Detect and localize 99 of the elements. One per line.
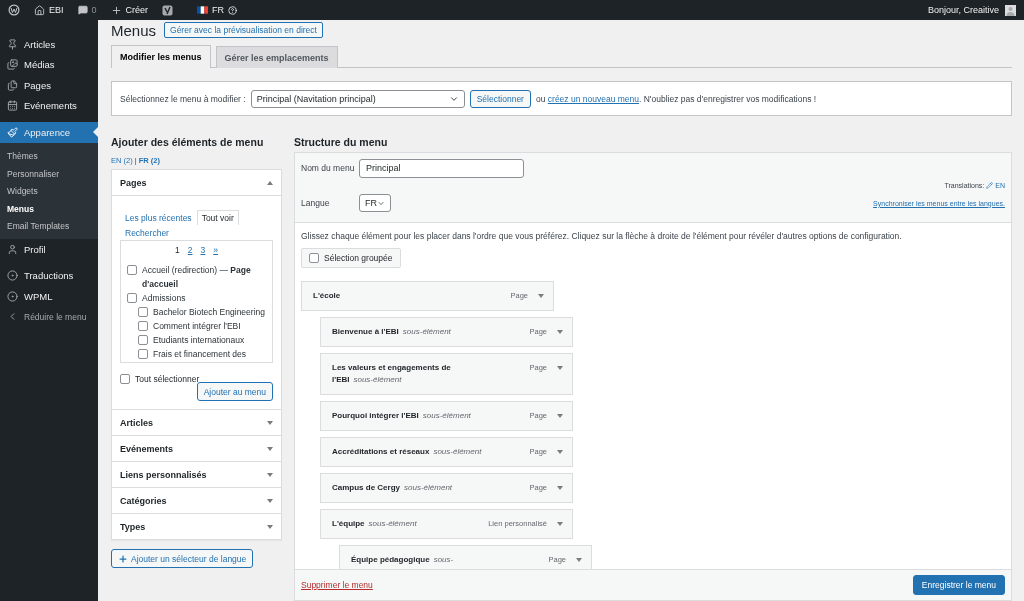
accordion-header[interactable]: Catégories: [112, 487, 281, 513]
delete-menu-link[interactable]: Supprimer le menu: [301, 580, 373, 590]
help-icon[interactable]: [228, 5, 238, 15]
panel-tab[interactable]: Tout voir: [196, 210, 239, 225]
item-label: Bienvenue à l'EBI sous-élément: [332, 326, 451, 338]
sidebar-item[interactable]: Pages: [0, 75, 98, 96]
sidebar-item[interactable]: Traductions: [0, 265, 98, 286]
comment-icon[interactable]: [77, 5, 88, 15]
create-link[interactable]: Créer: [125, 5, 149, 15]
expand-icon[interactable]: [557, 522, 563, 526]
accordion-header[interactable]: Types: [112, 513, 281, 539]
expand-icon[interactable]: [576, 558, 582, 562]
page-number[interactable]: »: [213, 245, 218, 255]
select-button[interactable]: Sélectionner: [469, 89, 531, 108]
site-name[interactable]: EBI: [49, 5, 64, 15]
hint-text: ou créez un nouveau menu. N'oubliez pas d'enregistrer vos modifications !: [535, 93, 817, 104]
expand-icon[interactable]: [557, 414, 563, 418]
page-number[interactable]: 1: [175, 245, 180, 255]
item-label: L'équipe sous-élément: [332, 518, 417, 530]
tab[interactable]: Modifier les menus: [111, 45, 211, 68]
submenu-item[interactable]: Widgets: [0, 182, 98, 200]
submenu-item[interactable]: Personnaliser: [0, 165, 98, 183]
page-label: Admissions: [142, 292, 186, 305]
field-label: Langue: [301, 198, 331, 208]
pages-icon: [7, 79, 18, 91]
user-icon: [7, 243, 18, 255]
sidebar-item[interactable]: WPML: [0, 286, 98, 307]
language-switcher[interactable]: FR: [212, 5, 225, 15]
page-number[interactable]: 2: [187, 245, 193, 255]
flag-icon: [197, 6, 209, 14]
live-preview-button[interactable]: Gérer avec la prévisualisation en direct: [164, 22, 323, 38]
instructions-text: Glissez chaque élément pour les placer dans l'ordre que vous préférez. Cliquez sur la flèche à droite de l'élément pour révéler d'autres options de configuration.: [301, 231, 903, 241]
section-title: Structure du menu: [294, 136, 389, 150]
item-label: Les valeurs et engagements de l'EBI sous-élément: [332, 362, 452, 386]
submenu-item[interactable]: Email Templates: [0, 217, 98, 235]
tab[interactable]: Gérer les emplacements: [215, 46, 338, 68]
images-icon: [7, 59, 18, 71]
create-menu-link[interactable]: créez un nouveau menu: [547, 93, 639, 104]
expand-icon[interactable]: [557, 330, 563, 334]
menu-dropdown[interactable]: Principal (Navitation principal): [250, 89, 465, 108]
checkbox[interactable]: [120, 374, 130, 384]
page-label: Frais et financement des: [153, 348, 247, 361]
expand-icon[interactable]: [557, 450, 563, 454]
expand-icon[interactable]: [557, 486, 563, 490]
accordion-header[interactable]: Evénements: [112, 435, 281, 461]
submenu-item[interactable]: Menus: [0, 200, 98, 218]
page-label: Accueil (redirection) — Page d'accueil: [142, 264, 252, 291]
page-label: Etudiants internationaux: [153, 334, 245, 347]
section-title: Ajouter des éléments de menu: [111, 136, 265, 150]
item-label: Pourquoi intégrer l'EBI sous-élément: [332, 410, 471, 422]
home-icon[interactable]: [34, 4, 45, 16]
select-label: Sélectionnez le menu à modifier :: [120, 93, 246, 104]
plus-icon: [118, 553, 128, 564]
paintbrush-icon: [7, 126, 18, 138]
sidebar-item[interactable]: Articles: [0, 34, 98, 55]
comment-count[interactable]: 0: [91, 5, 97, 15]
save-menu-button[interactable]: Enregistrer le menu: [912, 575, 1005, 595]
wordpress-logo-icon[interactable]: [8, 4, 20, 16]
add-language-switcher-button[interactable]: Ajouter un sélecteur de langue: [111, 549, 254, 568]
seo-plugin-icon[interactable]: [162, 4, 174, 16]
plus-icon[interactable]: [110, 4, 122, 16]
sidebar-item[interactable]: Apparence: [0, 122, 98, 143]
sidebar-item[interactable]: Profil: [0, 239, 98, 260]
accordion-header[interactable]: Articles: [112, 409, 281, 435]
checkbox[interactable]: [127, 265, 137, 275]
accordion-header[interactable]: Pages: [112, 170, 281, 196]
accordion-header[interactable]: Liens personnalisés: [112, 461, 281, 487]
select-all-label: Tout sélectionner: [135, 374, 200, 384]
checkbox[interactable]: [127, 293, 137, 303]
checkbox[interactable]: [138, 321, 148, 331]
avatar-icon[interactable]: [1005, 4, 1016, 16]
page-label: Comment intégrer l'EBI: [153, 320, 241, 333]
expand-icon[interactable]: [557, 366, 563, 370]
calendar-icon: [7, 100, 18, 112]
item-label: L'école: [313, 290, 341, 302]
pin-icon: [7, 38, 18, 50]
sidebar-item[interactable]: Réduire le menu: [0, 306, 98, 327]
submenu-item[interactable]: Thèmes: [0, 147, 98, 165]
language-dropdown[interactable]: FR: [359, 194, 391, 212]
page-title: Menus: [111, 21, 157, 39]
expand-icon[interactable]: [538, 294, 544, 298]
field-label: Nom du menu: [301, 163, 356, 173]
item-label: Accréditations et réseaux sous-élément: [332, 446, 482, 458]
checkbox[interactable]: [138, 307, 148, 317]
menu-name-field[interactable]: Principal: [359, 158, 524, 178]
pencil-icon: [986, 181, 994, 189]
checkbox[interactable]: [138, 335, 148, 345]
item-label: Équipe pédagogique sous-: [351, 554, 454, 566]
sidebar-item[interactable]: Evénements: [0, 95, 98, 116]
page-number[interactable]: 3: [200, 245, 206, 255]
ring-icon: [7, 290, 18, 302]
add-to-menu-button[interactable]: Ajouter au menu: [196, 382, 273, 401]
checkbox[interactable]: [138, 349, 148, 359]
greeting[interactable]: Bonjour, Creaitive: [927, 5, 999, 15]
ring-icon: [7, 270, 18, 282]
bulk-select-button[interactable]: Sélection groupée: [301, 248, 401, 268]
page-label: Bachelor Biotech Engineering: [153, 306, 265, 319]
sidebar-item[interactable]: Médias: [0, 54, 98, 75]
item-label: Campus de Cergy sous-élément: [332, 482, 453, 494]
